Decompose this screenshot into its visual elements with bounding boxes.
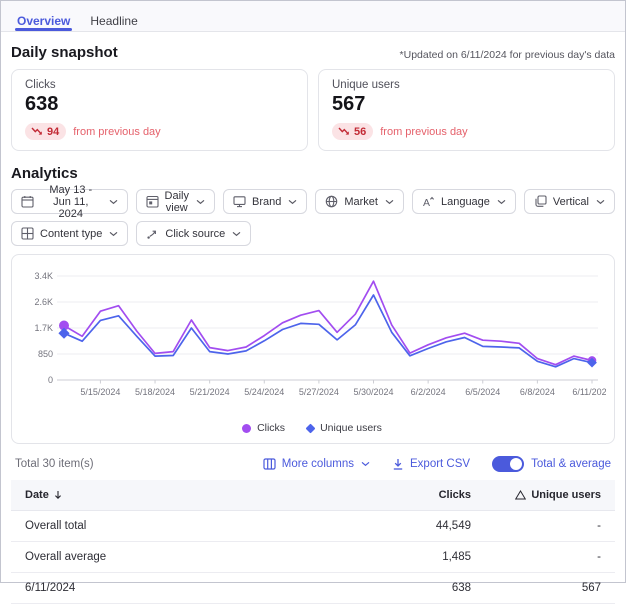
total-items-label: Total 30 item(s) [15, 458, 94, 470]
chevron-down-icon [232, 231, 241, 237]
globe-icon [325, 195, 338, 208]
monitor-icon [233, 195, 246, 208]
unique-users-card-value: 567 [332, 93, 601, 116]
svg-text:6/5/2024: 6/5/2024 [465, 387, 500, 397]
clicks-change-text: from previous day [73, 126, 160, 138]
legend-item-clicks: Clicks [242, 422, 285, 434]
cursor-arrow-icon [146, 227, 159, 240]
unique-users-change-badge: 56 [332, 123, 373, 140]
filter-view-granularity[interactable]: Daily view [136, 189, 215, 214]
chevron-down-icon [288, 199, 297, 205]
stack-icon [534, 195, 547, 208]
filter-date-range[interactable]: May 13 - Jun 11, 2024 [11, 189, 128, 214]
filter-click-source[interactable]: Click source [136, 221, 251, 246]
daily-snapshot-title: Daily snapshot [11, 44, 118, 61]
chevron-down-icon [361, 461, 370, 467]
svg-text:2.6K: 2.6K [34, 297, 53, 307]
clicks-card: Clicks 638 94 from previous day [11, 69, 308, 151]
clicks-circle-swatch-icon [242, 424, 251, 433]
calendar-icon [21, 195, 34, 208]
calendar-day-icon [146, 195, 159, 208]
columns-icon [263, 458, 276, 470]
daily-snapshot-header: Daily snapshot *Updated on 6/11/2024 for… [11, 44, 615, 61]
toggle-switch[interactable] [492, 456, 524, 472]
chevron-down-icon [596, 199, 605, 205]
unique-users-diamond-swatch-icon [306, 423, 316, 433]
svg-text:0: 0 [48, 375, 53, 385]
table-row-overall-total: Overall total 44,549 - [11, 511, 615, 542]
chevron-down-icon [109, 199, 118, 205]
clicks-change-badge: 94 [25, 123, 66, 140]
chevron-down-icon [385, 199, 394, 205]
top-tab-bar: Overview Headline [1, 1, 625, 32]
column-header-date[interactable]: Date [25, 489, 351, 501]
trend-down-icon [338, 127, 350, 136]
table-row-overall-average: Overall average 1,485 - [11, 542, 615, 573]
chevron-down-icon [497, 199, 506, 205]
legend-item-unique-users: Unique users [307, 422, 382, 434]
analytics-chart-card: 0 850 1.7K 2.6K 3.4K 5/15/2024 5/18/2024 5/21/2… [11, 254, 615, 444]
export-csv-button[interactable]: Export CSV [392, 458, 470, 470]
analytics-table: Date Clicks Unique users Overall total 4… [11, 480, 615, 604]
svg-text:6/2/2024: 6/2/2024 [411, 387, 446, 397]
svg-text:3.4K: 3.4K [34, 271, 53, 281]
tab-headline[interactable]: Headline [80, 1, 147, 31]
filter-vertical[interactable]: Vertical [524, 189, 615, 214]
clicks-card-value: 638 [25, 93, 294, 116]
translate-icon: A [422, 195, 435, 208]
analytics-chart-svg: 0 850 1.7K 2.6K 3.4K 5/15/2024 5/18/2024 5/21/2… [18, 263, 606, 412]
unique-users-card: Unique users 567 56 from previous day [318, 69, 615, 151]
column-header-clicks[interactable]: Clicks [351, 489, 471, 501]
more-columns-button[interactable]: More columns [263, 458, 370, 470]
clicks-card-label: Clicks [25, 79, 294, 91]
chevron-down-icon [109, 231, 118, 237]
svg-text:5/18/2024: 5/18/2024 [135, 387, 175, 397]
total-average-toggle[interactable]: Total & average [492, 456, 611, 472]
svg-text:6/11/2024: 6/11/2024 [572, 387, 606, 397]
trend-down-icon [31, 127, 43, 136]
grid-icon [21, 227, 34, 240]
filter-language[interactable]: A Language [412, 189, 516, 214]
filter-content-type[interactable]: Content type [11, 221, 128, 246]
svg-text:6/8/2024: 6/8/2024 [520, 387, 555, 397]
svg-text:5/21/2024: 5/21/2024 [190, 387, 230, 397]
chart-legend: Clicks Unique users [18, 417, 606, 434]
chevron-down-icon [196, 199, 205, 205]
filter-market[interactable]: Market [315, 189, 404, 214]
svg-text:A: A [423, 197, 430, 208]
svg-text:850: 850 [38, 349, 53, 359]
download-icon [392, 458, 404, 470]
table-header-row: Date Clicks Unique users [11, 480, 615, 511]
svg-text:5/27/2024: 5/27/2024 [299, 387, 339, 397]
svg-text:5/30/2024: 5/30/2024 [353, 387, 393, 397]
svg-text:5/15/2024: 5/15/2024 [80, 387, 120, 397]
sort-descending-icon [54, 490, 62, 500]
unique-users-change-text: from previous day [380, 126, 467, 138]
table-row-date: 6/11/2024 638 567 [11, 573, 615, 604]
unique-users-card-label: Unique users [332, 79, 601, 91]
svg-text:1.7K: 1.7K [34, 323, 53, 333]
svg-text:5/24/2024: 5/24/2024 [244, 387, 284, 397]
updated-note: *Updated on 6/11/2024 for previous day's… [400, 49, 615, 61]
analytics-title: Analytics [11, 165, 615, 182]
filter-brand[interactable]: Brand [223, 189, 307, 214]
tab-overview[interactable]: Overview [7, 1, 80, 31]
column-header-unique-users[interactable]: Unique users [471, 489, 601, 501]
alert-triangle-icon [515, 490, 526, 500]
